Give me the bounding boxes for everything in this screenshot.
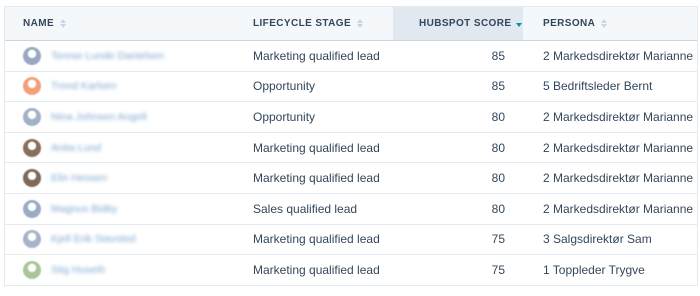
contact-name-link[interactable]: Stig Huseth [51,264,105,276]
hubspot-score-cell: 75 [393,225,523,255]
contact-name-link[interactable]: Magnus Bidby [51,203,118,215]
avatar[interactable] [23,46,41,65]
table-header: NAME LIFECYCLE STAGE HUBSPOT SCORE PERSO… [5,6,697,41]
persona-cell: 2 Markedsdirektør Marianne [523,171,697,185]
lifecycle-stage-value: Marketing qualified lead [253,232,380,247]
persona-value: 2 Markedsdirektør Marianne [543,109,694,124]
avatar[interactable] [23,77,41,96]
persona-value: 5 Bedriftsleder Bernt [543,79,653,94]
persona-cell: 2 Markedsdirektør Marianne [523,49,697,63]
column-header-label: HUBSPOT SCORE [419,18,512,29]
table-row[interactable]: Nina Johnsen Angell Opportunity 80 2 Mar… [5,102,697,133]
column-header-label: PERSONA [543,18,596,29]
hubspot-score-value: 80 [491,201,505,216]
lifecycle-stage-cell: Marketing qualified lead [249,263,393,277]
contact-name-cell: Trond Karlsen [5,77,249,96]
persona-value: 1 Toppleder Trygve [543,262,645,277]
persona-value: 2 Markedsdirektør Marianne [543,140,694,155]
hubspot-score-value: 80 [491,171,505,186]
hubspot-score-value: 85 [491,48,505,63]
persona-cell: 1 Toppleder Trygve [523,263,697,277]
persona-value: 2 Markedsdirektør Marianne [543,171,694,186]
hubspot-score-value: 80 [491,140,505,155]
hubspot-score-value: 80 [491,109,505,124]
contact-name-cell: Anita Lund [5,138,249,157]
hubspot-score-cell: 75 [393,255,523,285]
contact-name-link[interactable]: Anita Lund [51,142,101,154]
contact-name-link[interactable]: Kjell Erik Stavsted [51,233,136,245]
hubspot-score-value: 75 [491,232,505,247]
persona-cell: 2 Markedsdirektør Marianne [523,202,697,216]
lifecycle-stage-cell: Sales qualified lead [249,202,393,216]
column-header-label: NAME [23,18,55,29]
contact-name-cell: Kjell Erik Stavsted [5,230,249,249]
sort-descending-icon[interactable] [516,23,523,27]
table-row[interactable]: Trond Karlsen Opportunity 85 5 Bedriftsl… [5,72,697,103]
lifecycle-stage-value: Marketing qualified lead [253,262,380,277]
lifecycle-stage-cell: Marketing qualified lead [249,232,393,246]
persona-cell: 3 Salgsdirektør Sam [523,232,697,246]
contact-name-cell: Stig Huseth [5,260,249,279]
lifecycle-stage-value: Sales qualified lead [253,201,358,216]
hubspot-score-cell: 85 [393,41,523,71]
contact-name-cell: Magnus Bidby [5,199,249,218]
column-header-lifecycle-stage[interactable]: LIFECYCLE STAGE [249,18,393,29]
sort-icon[interactable] [357,19,364,28]
contact-name-link[interactable]: Trond Karlsen [51,80,117,92]
lifecycle-stage-value: Opportunity [253,79,316,94]
avatar[interactable] [23,138,41,157]
table-row[interactable]: Anita Lund Marketing qualified lead 80 2… [5,133,697,164]
contacts-table: NAME LIFECYCLE STAGE HUBSPOT SCORE PERSO… [4,6,698,286]
lifecycle-stage-value: Marketing qualified lead [253,171,380,186]
hubspot-score-value: 75 [491,262,505,277]
lifecycle-stage-cell: Opportunity [249,110,393,124]
column-header-name[interactable]: NAME [5,18,249,29]
avatar[interactable] [23,199,41,218]
sort-icon[interactable] [60,19,67,28]
avatar[interactable] [23,107,41,126]
column-header-persona[interactable]: PERSONA [523,18,697,29]
lifecycle-stage-cell: Opportunity [249,79,393,93]
contact-name-cell: Nina Johnsen Angell [5,107,249,126]
table-row[interactable]: Kjell Erik Stavsted Marketing qualified … [5,225,697,256]
hubspot-score-value: 85 [491,79,505,94]
persona-cell: 2 Markedsdirektør Marianne [523,141,697,155]
lifecycle-stage-cell: Marketing qualified lead [249,171,393,185]
avatar[interactable] [23,230,41,249]
persona-value: 2 Markedsdirektør Marianne [543,201,694,216]
table-body: Terese Lunde Danielsen Marketing qualifi… [5,41,697,286]
lifecycle-stage-value: Opportunity [253,109,316,124]
contact-name-link[interactable]: Nina Johnsen Angell [51,111,147,123]
contact-name-cell: Terese Lunde Danielsen [5,46,249,65]
contact-name-link[interactable]: Terese Lunde Danielsen [51,50,164,62]
table-row[interactable]: Magnus Bidby Sales qualified lead 80 2 M… [5,194,697,225]
hubspot-score-cell: 80 [393,133,523,163]
column-header-label: LIFECYCLE STAGE [253,18,352,29]
persona-value: 2 Markedsdirektør Marianne [543,48,694,63]
hubspot-score-cell: 80 [393,194,523,224]
persona-cell: 2 Markedsdirektør Marianne [523,110,697,124]
sort-icon[interactable] [601,19,608,28]
hubspot-score-cell: 80 [393,102,523,132]
avatar[interactable] [23,260,41,279]
hubspot-score-cell: 85 [393,72,523,102]
lifecycle-stage-cell: Marketing qualified lead [249,141,393,155]
lifecycle-stage-value: Marketing qualified lead [253,48,380,63]
column-header-hubspot-score[interactable]: HUBSPOT SCORE [393,7,523,40]
hubspot-score-cell: 80 [393,163,523,193]
table-row[interactable]: Elin Hessen Marketing qualified lead 80 … [5,163,697,194]
lifecycle-stage-cell: Marketing qualified lead [249,49,393,63]
lifecycle-stage-value: Marketing qualified lead [253,140,380,155]
table-row[interactable]: Stig Huseth Marketing qualified lead 75 … [5,255,697,286]
contact-name-link[interactable]: Elin Hessen [51,172,107,184]
table-row[interactable]: Terese Lunde Danielsen Marketing qualifi… [5,41,697,72]
contact-name-cell: Elin Hessen [5,169,249,188]
persona-cell: 5 Bedriftsleder Bernt [523,79,697,93]
persona-value: 3 Salgsdirektør Sam [543,232,652,247]
avatar[interactable] [23,169,41,188]
